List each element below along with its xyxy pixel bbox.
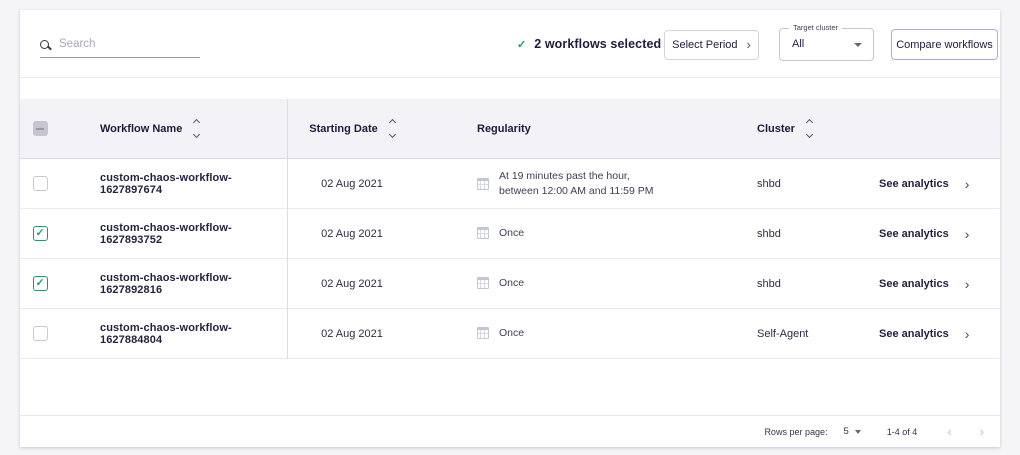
target-cluster-select[interactable]: Target cluster All xyxy=(779,28,874,61)
chevron-right-icon: › xyxy=(747,38,751,51)
see-analytics-link[interactable]: See analytics xyxy=(879,328,949,340)
compare-workflows-label: Compare workflows xyxy=(896,39,993,51)
pagination-range: 1-4 of 4 xyxy=(887,427,918,437)
calendar-icon xyxy=(477,327,489,339)
compare-workflows-button[interactable]: Compare workflows xyxy=(891,29,998,60)
sort-down-icon xyxy=(806,131,813,138)
table-row: ✓ custom-chaos-workflow-1627893752 02 Au… xyxy=(20,209,1000,259)
see-analytics-link[interactable]: See analytics xyxy=(879,228,949,240)
header-starting-date: Starting Date xyxy=(309,123,377,135)
cluster-name: shbd xyxy=(757,228,781,240)
see-analytics-link[interactable]: See analytics xyxy=(879,278,949,290)
starting-date: 02 Aug 2021 xyxy=(321,228,383,240)
toolbar: ✓ 2 workflows selected Select Period › T… xyxy=(20,10,1000,78)
starting-date: 02 Aug 2021 xyxy=(321,278,383,290)
table-row: custom-chaos-workflow-1627897674 02 Aug … xyxy=(20,159,1000,209)
regularity-text: At 19 minutes past the hour, between 12:… xyxy=(499,169,654,197)
chevron-right-icon[interactable]: › xyxy=(965,277,970,291)
column-divider xyxy=(287,99,288,359)
workflow-name: custom-chaos-workflow-1627897674 xyxy=(100,172,287,196)
sort-cluster[interactable] xyxy=(807,120,812,137)
select-all-checkbox[interactable] xyxy=(33,121,48,136)
search-input[interactable] xyxy=(59,38,200,50)
selection-status: ✓ 2 workflows selected xyxy=(517,10,661,78)
cluster-name: shbd xyxy=(757,178,781,190)
caret-down-icon xyxy=(854,43,862,47)
sort-up-icon xyxy=(193,119,200,126)
starting-date: 02 Aug 2021 xyxy=(321,178,383,190)
select-period-label: Select Period xyxy=(672,39,737,51)
row-checkbox[interactable] xyxy=(33,326,48,341)
regularity-text: Once xyxy=(499,276,524,290)
next-page-button[interactable]: › xyxy=(980,425,984,438)
sort-up-icon xyxy=(806,119,813,126)
regularity-text: Once xyxy=(499,326,524,340)
rows-per-page-label: Rows per page: xyxy=(764,427,827,437)
chevron-right-icon[interactable]: › xyxy=(965,327,970,341)
rows-per-page-select[interactable]: 5 xyxy=(843,426,860,437)
search-field[interactable] xyxy=(40,38,200,58)
cluster-name: shbd xyxy=(757,278,781,290)
workflow-name: custom-chaos-workflow-1627884804 xyxy=(100,322,287,346)
table-pagination: Rows per page: 5 1-4 of 4 ‹ › xyxy=(20,415,1000,447)
target-cluster-value: All xyxy=(792,38,804,50)
workflows-table: Workflow Name Starting Date Regularity C… xyxy=(20,99,1000,359)
see-analytics-link[interactable]: See analytics xyxy=(879,178,949,190)
sort-starting-date[interactable] xyxy=(390,120,395,137)
rows-per-page-value: 5 xyxy=(843,426,848,437)
workflows-selected-label: 2 workflows selected xyxy=(534,37,661,51)
sort-down-icon xyxy=(193,131,200,138)
workflow-name: custom-chaos-workflow-1627893752 xyxy=(100,222,287,246)
header-workflow-name: Workflow Name xyxy=(100,123,182,135)
caret-down-icon xyxy=(855,430,861,434)
calendar-icon xyxy=(477,277,489,289)
check-icon: ✓ xyxy=(517,38,526,51)
workflow-name: custom-chaos-workflow-1627892816 xyxy=(100,272,287,296)
calendar-icon xyxy=(477,178,489,190)
calendar-icon xyxy=(477,227,489,239)
chevron-right-icon[interactable]: › xyxy=(965,227,970,241)
row-checkbox[interactable] xyxy=(33,176,48,191)
sort-workflow-name[interactable] xyxy=(194,120,199,137)
row-checkbox[interactable]: ✓ xyxy=(33,276,48,291)
target-cluster-label: Target cluster xyxy=(789,23,842,32)
starting-date: 02 Aug 2021 xyxy=(321,328,383,340)
header-cluster: Cluster xyxy=(757,123,795,135)
table-row: ✓ custom-chaos-workflow-1627892816 02 Au… xyxy=(20,259,1000,309)
table-header-row: Workflow Name Starting Date Regularity C… xyxy=(20,99,1000,159)
chevron-right-icon[interactable]: › xyxy=(965,177,970,191)
table-row: custom-chaos-workflow-1627884804 02 Aug … xyxy=(20,309,1000,359)
select-period-button[interactable]: Select Period › xyxy=(664,30,759,60)
header-regularity: Regularity xyxy=(477,123,531,135)
previous-page-button[interactable]: ‹ xyxy=(947,425,951,438)
workflows-compare-card: ✓ 2 workflows selected Select Period › T… xyxy=(20,10,1000,447)
sort-up-icon xyxy=(389,119,396,126)
row-checkbox[interactable]: ✓ xyxy=(33,226,48,241)
cluster-name: Self-Agent xyxy=(757,328,808,340)
regularity-text: Once xyxy=(499,226,524,240)
sort-down-icon xyxy=(389,131,396,138)
search-icon xyxy=(40,40,49,49)
